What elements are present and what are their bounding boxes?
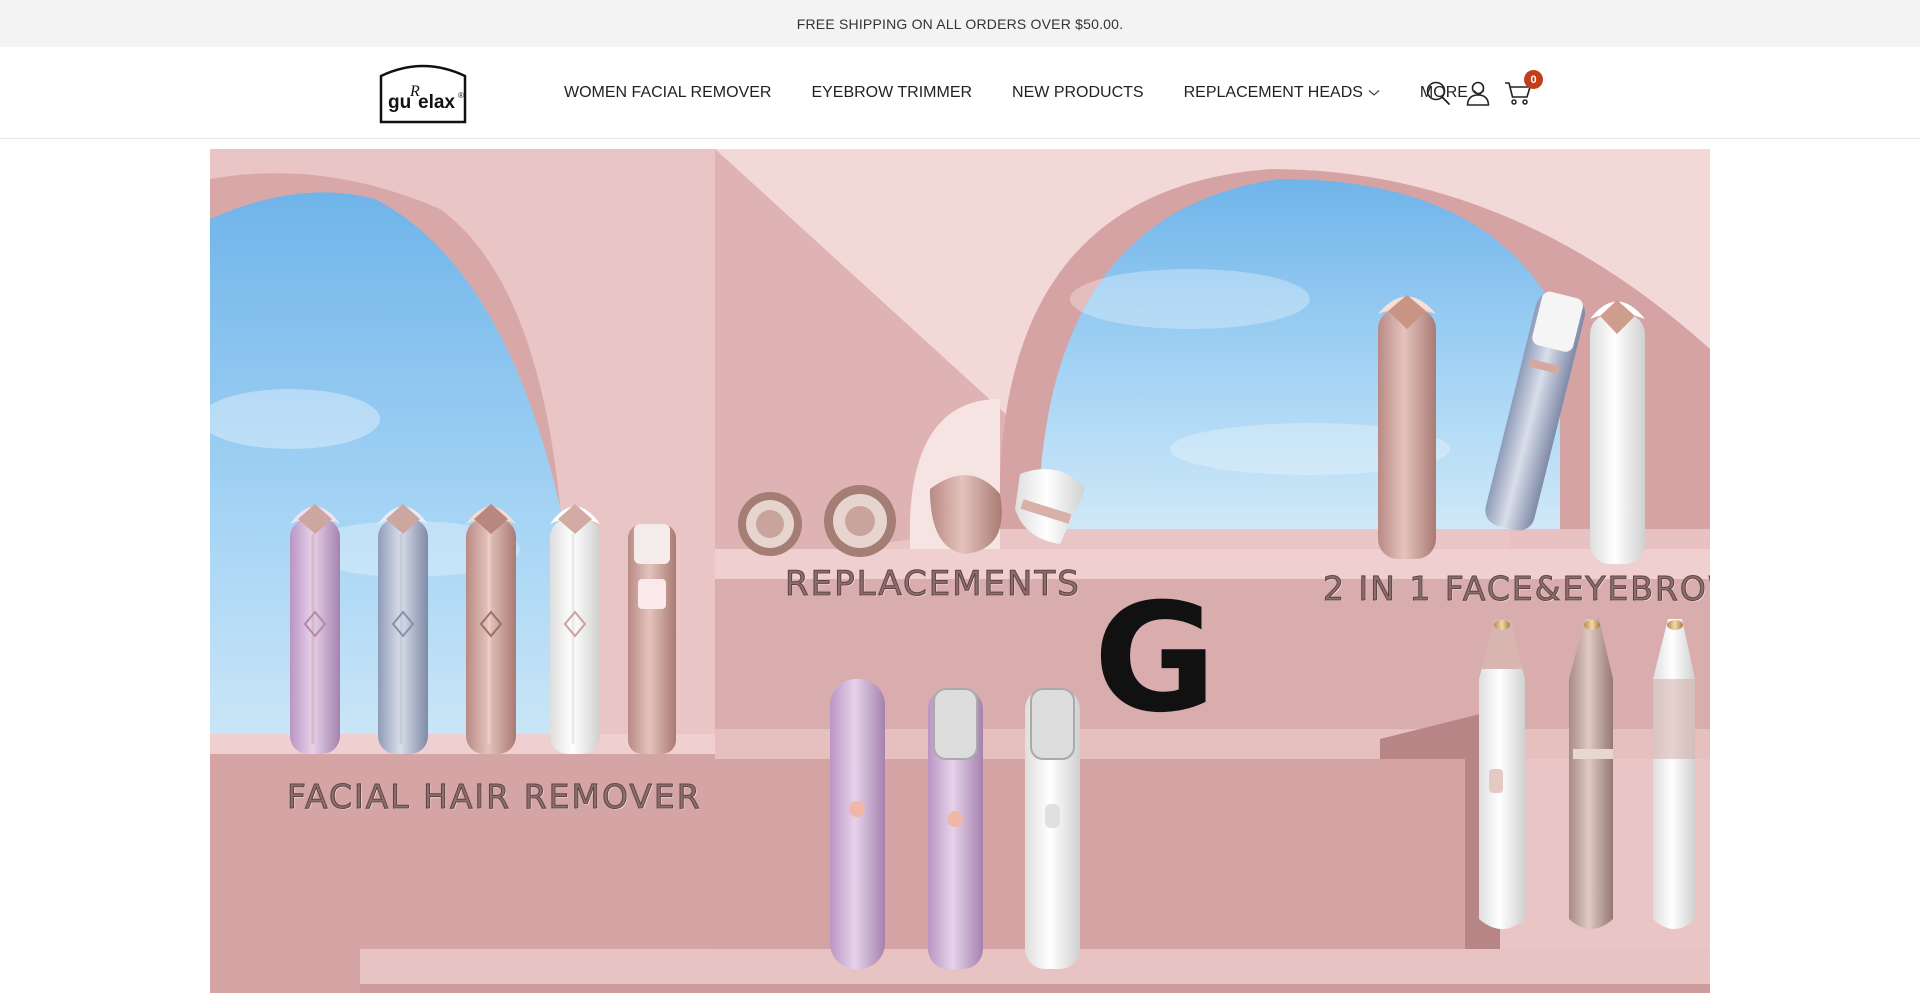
cart-icon[interactable]: 0	[1504, 70, 1543, 107]
dermaplaner-row	[830, 679, 1080, 969]
nav-label: NEW PRODUCTS	[1012, 84, 1144, 101]
announcement-text: FREE SHIPPING ON ALL ORDERS OVER $50.00.	[796, 15, 1124, 32]
search-icon[interactable]	[1424, 79, 1452, 107]
eyebrow-trimmer-row	[1479, 619, 1695, 929]
nav-label: WOMEN FACIAL REMOVER	[564, 84, 772, 101]
label-replacements: REPLACEMENTS	[785, 564, 1081, 605]
nav-label: REPLACEMENT HEADS	[1183, 84, 1363, 101]
nav-replacement-heads[interactable]: REPLACEMENT HEADS	[1184, 84, 1380, 102]
label-face-eyebrow: 2 IN 1 FACE&EYEBROW	[1322, 569, 1710, 609]
svg-text:elax: elax	[418, 92, 455, 113]
svg-text:G: G	[1093, 572, 1216, 746]
label-facial-hair-remover: FACIAL HAIR REMOVER	[287, 777, 702, 817]
cart-count-badge: 0	[1524, 70, 1543, 89]
user-icon[interactable]	[1464, 79, 1492, 107]
nav-eyebrow-trimmer[interactable]: EYEBROW TRIMMER	[811, 84, 972, 102]
nav-women-facial-remover[interactable]: WOMEN FACIAL REMOVER	[564, 84, 771, 102]
announcement-bar: FREE SHIPPING ON ALL ORDERS OVER $50.00.	[0, 0, 1920, 47]
center-g-logo: G	[1093, 572, 1216, 746]
site-header: gu R elax ® WOMEN FACIAL REMOVER EYEBROW…	[0, 47, 1920, 139]
nav-label: EYEBROW TRIMMER	[811, 84, 973, 101]
hero-banner[interactable]: G REPLACEMENTS 2 IN 1 FACE&EYEBROW FACIA…	[210, 149, 1710, 993]
main-navigation: WOMEN FACIAL REMOVER EYEBROW TRIMMER NEW…	[564, 47, 1525, 139]
svg-text:gu: gu	[388, 92, 411, 113]
svg-text:®: ®	[458, 91, 464, 100]
brand-logo[interactable]: gu R elax ®	[378, 60, 468, 126]
header-actions: 0	[1424, 47, 1544, 139]
nav-new-products[interactable]: NEW PRODUCTS	[1012, 84, 1144, 102]
chevron-down-icon	[1368, 89, 1380, 97]
